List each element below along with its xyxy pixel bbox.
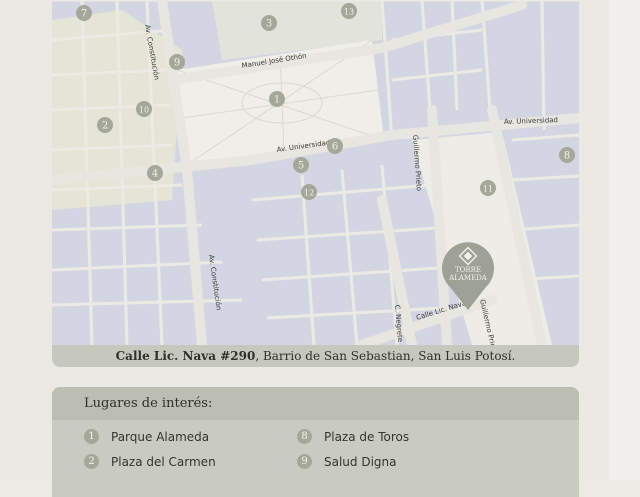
poi-label: Salud Digna bbox=[324, 454, 397, 469]
map-marker-5[interactable]: 5 bbox=[293, 157, 309, 173]
map-marker-12[interactable]: 12 bbox=[301, 184, 317, 200]
map-marker-number: 12 bbox=[304, 189, 314, 198]
address-street: Calle Lic. Nava #290 bbox=[115, 349, 256, 363]
map-marker-number: 7 bbox=[81, 9, 87, 20]
poi-item[interactable]: 1 Parque Alameda bbox=[84, 429, 209, 444]
poi-item[interactable]: 2 Plaza del Carmen bbox=[84, 454, 216, 469]
poi-number-badge: 2 bbox=[84, 454, 99, 469]
points-of-interest-panel: Lugares de interés: 1 Parque Alameda 2 Plaz… bbox=[52, 387, 579, 497]
map-marker-number: 11 bbox=[483, 185, 493, 194]
map-marker-number: 2 bbox=[102, 121, 108, 132]
poi-label: Parque Alameda bbox=[111, 429, 210, 444]
map-marker-13[interactable]: 13 bbox=[341, 3, 357, 19]
map-marker-4[interactable]: 4 bbox=[147, 165, 163, 181]
map-marker-number: 5 bbox=[298, 161, 304, 172]
brand-name-line1: TORRE bbox=[455, 266, 481, 274]
map-marker-7[interactable]: 7 bbox=[76, 5, 92, 21]
poi-number-badge: 9 bbox=[297, 454, 312, 469]
poi-item[interactable]: 9 Salud Digna bbox=[297, 454, 397, 469]
map-marker-3[interactable]: 3 bbox=[261, 15, 277, 31]
map-marker-number: 4 bbox=[152, 169, 158, 180]
map-marker-number: 10 bbox=[139, 106, 149, 115]
map-marker-11[interactable]: 11 bbox=[480, 180, 496, 196]
poi-number-badge: 8 bbox=[297, 429, 312, 444]
map-marker-8[interactable]: 8 bbox=[559, 147, 575, 163]
poi-title: Lugares de interés: bbox=[52, 387, 579, 420]
map-marker-number: 3 bbox=[266, 19, 272, 30]
map[interactable]: Manuel José Othón Av. Universidad Av. Un… bbox=[52, 0, 579, 345]
map-marker-number: 9 bbox=[174, 58, 180, 69]
map-marker-number: 6 bbox=[332, 142, 338, 153]
map-marker-number: 13 bbox=[344, 8, 354, 17]
map-marker-number: 1 bbox=[274, 95, 280, 106]
map-marker-6[interactable]: 6 bbox=[327, 138, 343, 154]
map-marker-2[interactable]: 2 bbox=[97, 117, 113, 133]
right-margin bbox=[609, 0, 640, 480]
poi-label: Plaza de Toros bbox=[324, 429, 410, 444]
map-marker-1[interactable]: 1 bbox=[269, 91, 285, 107]
map-marker-9[interactable]: 9 bbox=[169, 54, 185, 70]
poi-number-badge: 1 bbox=[84, 429, 99, 444]
poi-item[interactable]: 8 Plaza de Toros bbox=[297, 429, 409, 444]
address-rest: , Barrio de San Sebastian, San Luis Poto… bbox=[255, 349, 516, 363]
poi-label: Plaza del Carmen bbox=[111, 454, 216, 469]
map-marker-10[interactable]: 10 bbox=[136, 101, 152, 117]
map-marker-number: 8 bbox=[564, 151, 570, 162]
address-caption: Calle Lic. Nava #290, Barrio de San Seba… bbox=[52, 345, 579, 367]
brand-name-line2: ALAMEDA bbox=[448, 274, 488, 282]
